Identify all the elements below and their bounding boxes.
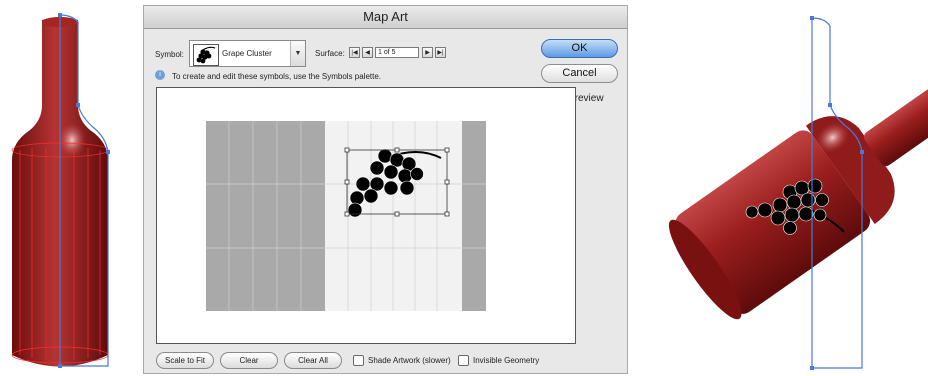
surface-map	[206, 121, 486, 311]
invisible-geometry-checkbox[interactable]	[458, 355, 469, 366]
wireframe-wine-bottle-artwork	[11, 13, 110, 368]
grape-cluster-icon	[193, 44, 219, 66]
previous-page-icon[interactable]: ◀	[362, 47, 373, 58]
first-page-icon[interactable]: |◀	[349, 47, 360, 58]
invisible-geometry-label: Invisible Geometry	[473, 356, 540, 365]
dropdown-arrow-icon: ▼	[290, 41, 305, 66]
ok-button[interactable]: OK	[541, 39, 618, 58]
hidden-surface-area-right	[462, 121, 486, 311]
mapped-wine-bottle-artwork	[668, 16, 928, 370]
shade-artwork-checkbox[interactable]	[353, 355, 364, 366]
map-art-dialog: Map Art Symbol: Grape Cluster ▼ Surface:…	[143, 5, 628, 374]
symbol-selected-value: Grape Cluster	[222, 49, 272, 58]
hidden-surface-area	[206, 121, 325, 311]
symbol-dropdown[interactable]: Grape Cluster ▼	[189, 40, 306, 67]
symbol-label: Symbol:	[155, 50, 184, 59]
clear-button[interactable]: Clear	[220, 352, 278, 369]
preview-panel[interactable]	[156, 87, 576, 344]
next-page-icon[interactable]: ▶	[422, 47, 433, 58]
dialog-title: Map Art	[144, 6, 627, 29]
last-page-icon[interactable]: ▶|	[435, 47, 446, 58]
surface-field[interactable]: 1 of 5	[375, 47, 419, 58]
cancel-button[interactable]: Cancel	[541, 64, 618, 83]
scale-to-fit-button[interactable]: Scale to Fit	[156, 352, 214, 369]
info-icon: i	[155, 70, 165, 80]
shade-artwork-label: Shade Artwork (slower)	[368, 356, 451, 365]
clear-all-button[interactable]: Clear All	[284, 352, 342, 369]
surface-label: Surface:	[315, 49, 345, 58]
info-text: To create and edit these symbols, use th…	[172, 72, 382, 81]
